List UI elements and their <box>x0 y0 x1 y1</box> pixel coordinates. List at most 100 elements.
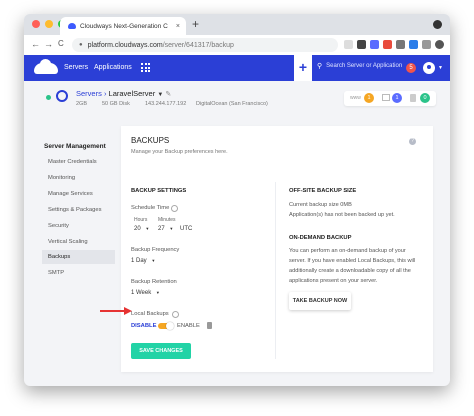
forward-button[interactable]: → <box>44 39 53 49</box>
minutes-label: Minutes <box>158 217 176 223</box>
info-icon[interactable] <box>172 311 179 318</box>
hours-select[interactable]: 20 ▼ <box>134 226 149 232</box>
digitalocean-icon <box>56 90 68 102</box>
chevron-down-icon: ▼ <box>155 290 160 295</box>
apps-grid-icon[interactable] <box>141 63 150 72</box>
hours-label: Hours <box>134 217 148 223</box>
nav-servers[interactable]: Servers <box>64 64 88 71</box>
caret-down-icon[interactable]: ▼ <box>157 92 163 98</box>
frequency-label: Backup Frequency <box>131 247 180 253</box>
cloudways-favicon-icon <box>68 23 76 29</box>
cloudways-logo-icon[interactable] <box>34 59 58 74</box>
url-path: /server/641317/backup <box>162 41 234 49</box>
nav-applications[interactable]: Applications <box>94 64 132 71</box>
retention-select[interactable]: 1 Week ▼ <box>131 290 160 296</box>
enable-option[interactable]: ENABLE <box>177 323 200 329</box>
timezone-label: UTC <box>180 226 193 232</box>
extension-icon[interactable] <box>396 40 405 49</box>
www-count-badge[interactable]: 1 <box>364 93 374 103</box>
browser-tab[interactable]: Cloudways Next-Generation C × <box>60 17 186 35</box>
server-status-dot <box>46 95 51 100</box>
offsite-status: Application(s) has not been backed up ye… <box>289 212 395 218</box>
lock-icon: ● <box>79 42 83 48</box>
sidebar-title: Server Management <box>44 143 106 150</box>
browser-menu-icon[interactable] <box>433 20 442 29</box>
backups-card: BACKUPS Manage your Backup preferences h… <box>121 126 433 372</box>
app-count-badge[interactable]: 1 <box>392 93 402 103</box>
info-icon[interactable] <box>171 205 178 212</box>
save-changes-button[interactable]: SAVE CHANGES <box>131 343 191 359</box>
breadcrumb-separator: › <box>103 89 107 98</box>
ondemand-desc-line: server. If you have enabled Local Backup… <box>289 258 416 264</box>
new-tab-button[interactable]: + <box>192 17 199 31</box>
backup-settings-title: BACKUP SETTINGS <box>131 188 187 194</box>
retention-value: 1 Week <box>131 290 152 296</box>
add-button[interactable]: + <box>294 55 312 81</box>
browser-toolbar: ← → C ● platform.cloudways.com /server/6… <box>24 35 450 56</box>
ondemand-desc-line: You can perform an on-demand backup of y… <box>289 248 406 254</box>
page-title: BACKUPS <box>131 136 170 145</box>
kebab-menu-icon[interactable]: ⋮ <box>448 40 450 49</box>
profile-avatar-icon[interactable] <box>435 40 444 49</box>
puzzle-icon[interactable] <box>422 40 431 49</box>
server-breadcrumb: Servers › LaravelServer ▼ ✎ <box>76 89 171 98</box>
server-status-summary: www 1 1 0 <box>344 91 436 106</box>
sidebar-item-master-credentials[interactable]: Master Credentials <box>42 155 115 169</box>
extensions-bar: ⋮ <box>344 40 450 49</box>
red-arrow-annotation-icon <box>100 307 132 315</box>
address-bar[interactable]: ● platform.cloudways.com /server/641317/… <box>72 38 338 52</box>
sidebar-item-vertical-scaling[interactable]: Vertical Scaling <box>42 235 115 249</box>
frequency-value: 1 Day <box>131 258 147 264</box>
server-name: LaravelServer <box>108 89 156 98</box>
frequency-select[interactable]: 1 Day ▼ <box>131 258 155 264</box>
notification-badge[interactable]: 5 <box>406 63 416 73</box>
bookmark-star-icon[interactable] <box>344 40 353 49</box>
chevron-down-icon: ▼ <box>169 226 174 231</box>
search-icon: ⚲ <box>317 63 323 70</box>
sidebar-item-backups[interactable]: Backups <box>42 250 115 264</box>
help-icon[interactable]: ? <box>409 138 416 145</box>
extension-icon[interactable] <box>357 40 366 49</box>
search-bar[interactable]: ⚲ Search Server or Application <box>317 62 402 70</box>
app-header: Servers Applications + ⚲ Search Server o… <box>24 55 450 81</box>
ondemand-title: ON-DEMAND BACKUP <box>289 235 352 241</box>
ondemand-desc-line: additionally create a downloadable copy … <box>289 268 411 274</box>
url-host: platform.cloudways.com <box>87 41 163 49</box>
column-divider <box>275 182 276 359</box>
ondemand-desc-line: applications present on your server. <box>289 278 378 284</box>
sidebar-item-manage-services[interactable]: Manage Services <box>42 187 115 201</box>
extension-icon[interactable] <box>409 40 418 49</box>
tab-bar: Cloudways Next-Generation C × + <box>24 14 450 35</box>
user-avatar-icon[interactable] <box>423 62 435 74</box>
tab-close-icon[interactable]: × <box>176 23 180 30</box>
local-backups-label: Local Backups <box>131 311 169 317</box>
minimize-window-button[interactable] <box>45 20 53 28</box>
take-backup-now-button[interactable]: TAKE BACKUP NOW <box>289 292 351 310</box>
hours-value: 20 <box>134 226 141 232</box>
chevron-down-icon[interactable]: ▼ <box>438 65 443 71</box>
sidebar-item-settings-packages[interactable]: Settings & Packages <box>42 203 115 217</box>
retention-label: Backup Retention <box>131 279 177 285</box>
server-disk: 50 GB Disk <box>102 101 130 107</box>
sidebar-item-monitoring[interactable]: Monitoring <box>42 171 115 185</box>
server-ip: 143.244.177.192 <box>145 101 187 107</box>
extension-icon[interactable] <box>383 40 392 49</box>
extension-icon[interactable] <box>370 40 379 49</box>
disable-option[interactable]: DISABLE <box>131 323 156 329</box>
back-button[interactable]: ← <box>31 39 40 49</box>
trash-icon[interactable] <box>207 322 212 329</box>
sidebar-item-security[interactable]: Security <box>42 219 115 233</box>
team-icon <box>410 94 416 102</box>
close-window-button[interactable] <box>32 20 40 28</box>
server-location: DigitalOcean (San Francisco) <box>196 101 268 107</box>
edit-pencil-icon[interactable]: ✎ <box>165 91 171 98</box>
minutes-value: 27 <box>158 226 165 232</box>
sidebar-item-smtp[interactable]: SMTP <box>42 266 115 280</box>
www-label: www <box>350 95 361 101</box>
team-count-badge[interactable]: 0 <box>420 93 430 103</box>
breadcrumb-servers[interactable]: Servers <box>76 89 102 98</box>
reload-button[interactable]: C <box>58 39 64 48</box>
server-ram: 2GB <box>76 101 88 107</box>
local-backups-toggle[interactable] <box>158 322 174 330</box>
minutes-select[interactable]: 27 ▼ <box>158 226 173 232</box>
